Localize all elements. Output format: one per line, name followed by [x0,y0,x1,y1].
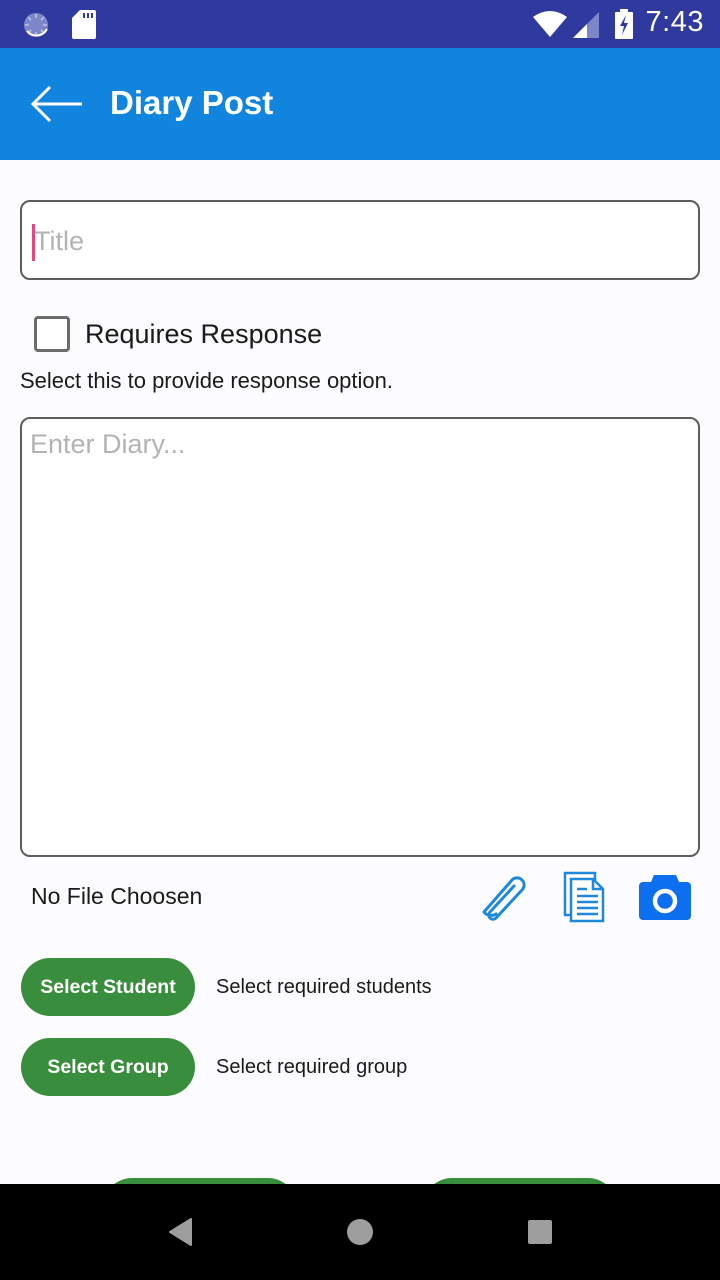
sync-icon [24,13,48,37]
nav-recents-icon[interactable] [527,1219,553,1245]
cell-signal-icon [573,12,599,38]
battery-charging-icon [615,9,633,39]
system-nav-bar [0,1184,720,1280]
diary-field[interactable] [20,417,700,857]
sd-card-icon [72,10,96,39]
page-title: Diary Post [110,84,274,121]
requires-response-checkbox[interactable]: Requires Response [34,314,322,354]
nav-back-icon[interactable] [168,1218,194,1246]
select-group-button[interactable]: Select Group [21,1038,195,1096]
status-bar: 7:43 [0,0,720,48]
paperclip-icon[interactable] [478,872,532,924]
camera-icon[interactable] [639,875,691,920]
app-bar: Diary Post [0,48,720,160]
nav-home-icon[interactable] [346,1218,374,1246]
document-icon[interactable] [563,871,607,923]
select-group-description: Select required group [216,1056,408,1078]
select-student-button[interactable]: Select Student [21,958,195,1016]
diary-input[interactable] [30,429,690,844]
arrow-back-icon[interactable] [30,84,84,124]
title-input[interactable] [32,216,682,266]
file-status-label: No File Choosen [31,883,203,909]
checkbox-box[interactable] [34,316,70,352]
wifi-icon [533,11,567,37]
status-clock: 7:43 [645,6,704,38]
title-field[interactable] [20,200,700,280]
response-helper-text: Select this to provide response option. [20,368,394,393]
select-student-description: Select required students [216,976,432,998]
checkbox-label: Requires Response [85,318,323,349]
